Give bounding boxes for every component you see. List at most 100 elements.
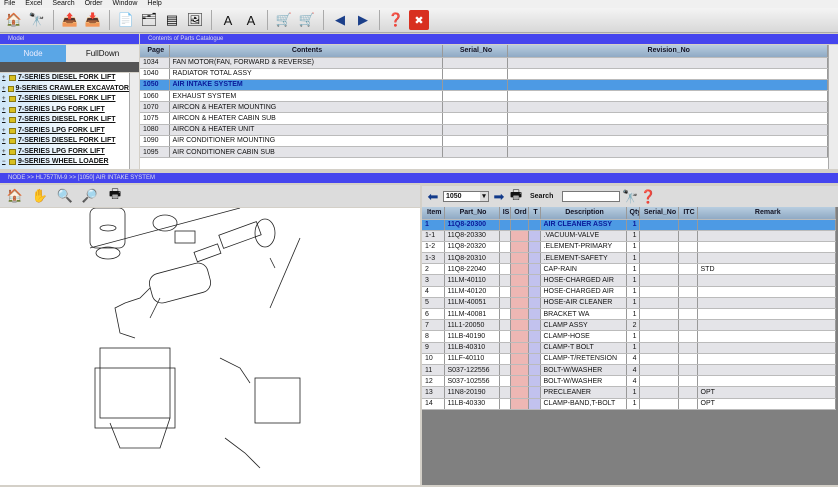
next-page-icon[interactable]: ➡ [492, 187, 506, 207]
parts-row[interactable]: 3 11LM-40110 HOSE-CHARGED AIR 1 [422, 274, 836, 287]
expand-icon[interactable]: + [2, 126, 7, 137]
print-icon[interactable]: 🖶 [509, 187, 523, 207]
ord-cell[interactable] [510, 375, 529, 388]
parts-row[interactable]: 4 11LM-40120 HOSE-CHARGED AIR 1 [422, 286, 836, 298]
expand-icon[interactable]: + [2, 147, 7, 158]
expand-icon[interactable]: + [2, 115, 7, 126]
close-icon[interactable]: ✖ [409, 10, 429, 30]
menu-search[interactable]: Search [52, 0, 74, 8]
ord-cell[interactable] [510, 230, 529, 242]
binoculars-icon[interactable]: 🔭 [622, 187, 638, 207]
ord-cell[interactable] [510, 219, 529, 231]
ord-cell[interactable] [510, 353, 529, 365]
help-icon[interactable]: ❓ [386, 10, 406, 30]
column-header-serial-no[interactable]: Serial_No [639, 207, 679, 220]
font-increase-icon[interactable]: A [218, 10, 238, 30]
menu-file[interactable]: File [4, 0, 15, 8]
menu-order[interactable]: Order [85, 0, 103, 8]
ord-cell[interactable] [510, 286, 529, 298]
expand-icon[interactable]: + [2, 94, 7, 105]
font-decrease-icon[interactable]: A [241, 10, 261, 30]
parts-row[interactable]: 1-3 11Q8-20310 .ELEMENT-SAFETY 1 [422, 252, 836, 265]
home-icon[interactable]: 🏠 [4, 10, 24, 30]
column-header-remark[interactable]: Remark [697, 207, 836, 220]
tree-item[interactable]: +7-SERIES LPG FORK LIFT [0, 147, 129, 158]
column-header-description[interactable]: Description [540, 207, 627, 220]
parts-row[interactable]: 5 11LM-40051 HOSE-AIR CLEANER 1 [422, 297, 836, 310]
ord-cell[interactable] [510, 342, 529, 354]
import-icon[interactable]: 📥 [83, 10, 103, 30]
parts-row[interactable]: 13 11N8-20190 PRECLEANER 1 OPT [422, 386, 836, 399]
ord-cell[interactable] [510, 308, 529, 321]
column-header-ord[interactable]: Ord [510, 207, 529, 220]
column-header-revision_no[interactable]: Revision_No [507, 45, 828, 58]
tree-item[interactable]: +7-SERIES LPG FORK LIFT [0, 126, 129, 137]
list-icon[interactable]: 📄 [116, 10, 136, 30]
parts-row[interactable]: 8 11LB-40190 CLAMP-HOSE 1 [422, 330, 836, 343]
menu-help[interactable]: Help [147, 0, 161, 8]
collapse-icon[interactable]: − [2, 157, 7, 168]
column-header-part-no[interactable]: Part_No [444, 207, 500, 220]
cart-remove-icon[interactable]: 🛒 [297, 10, 317, 30]
parts-row[interactable]: 12 S037-102556 BOLT-W/WASHER 4 [422, 375, 836, 388]
tree-item[interactable]: +7-SERIES DIESEL FORK LIFT [0, 73, 129, 84]
column-header-t[interactable]: T [528, 207, 541, 220]
contents-row[interactable]: 1090 AIR CONDITIONER MOUNTING [140, 135, 828, 148]
parts-row[interactable]: 9 11LB-40310 CLAMP-T BOLT 1 [422, 342, 836, 354]
tab-node[interactable]: Node [0, 45, 66, 62]
ord-cell[interactable] [510, 398, 529, 410]
prev-page-icon[interactable]: ⬅ [426, 187, 440, 207]
column-header-qty[interactable]: Qty [626, 207, 640, 220]
contents-row[interactable]: 1040 RADIATOR TOTAL ASSY [140, 68, 828, 80]
tab-fulldown[interactable]: FullDown [66, 45, 139, 62]
column-header-itc[interactable]: ITC [678, 207, 698, 220]
parts-illustration[interactable] [0, 207, 420, 485]
contents-row[interactable]: 1070 AIRCON & HEATER MOUNTING [140, 101, 828, 114]
ord-cell[interactable] [510, 263, 529, 276]
expand-icon[interactable]: + [2, 84, 6, 95]
tree-scrollbar[interactable] [129, 73, 139, 169]
parts-row[interactable]: 1-2 11Q8-20320 .ELEMENT-PRIMARY 1 [422, 241, 836, 254]
ord-cell[interactable] [510, 319, 529, 332]
print-icon[interactable]: 🖶 [105, 186, 125, 206]
ord-cell[interactable] [510, 364, 529, 377]
contents-row[interactable]: 1034 FAN MOTOR(FAN, FORWARD & REVERSE) [140, 57, 828, 69]
ord-cell[interactable] [510, 297, 529, 310]
picture-icon[interactable]: 🖼 [185, 10, 205, 30]
ord-cell[interactable] [510, 274, 529, 287]
menu-excel[interactable]: Excel [25, 0, 42, 8]
tree-item[interactable]: +9-SERIES CRAWLER EXCAVATOR [0, 84, 129, 95]
expand-icon[interactable]: + [2, 136, 7, 147]
zoom-in-icon[interactable]: 🔍 [55, 186, 75, 206]
help-icon[interactable]: ❓ [640, 187, 656, 207]
expand-icon[interactable]: + [2, 105, 7, 116]
contents-row[interactable]: 1095 AIR CONDITIONER CABIN SUB [140, 146, 828, 159]
ord-cell[interactable] [510, 386, 529, 399]
parts-row[interactable]: 1-1 11Q8-20330 .VACUUM-VALVE 1 [422, 230, 836, 242]
ord-cell[interactable] [510, 241, 529, 254]
split-view-icon[interactable]: ▤ [162, 10, 182, 30]
tree-item[interactable]: − 9-SERIES WHEEL LOADER [0, 157, 129, 168]
column-header-page[interactable]: Page [140, 45, 170, 58]
column-header-serial_no[interactable]: Serial_No [442, 45, 508, 58]
forward-arrow-icon[interactable]: ▶ [353, 10, 373, 30]
contents-row[interactable]: 1060 EXHAUST SYSTEM [140, 90, 828, 103]
contents-scrollbar[interactable] [828, 45, 838, 169]
contents-row[interactable]: 1075 AIRCON & HEATER CABIN SUB [140, 112, 828, 125]
column-header-contents[interactable]: Contents [169, 45, 443, 58]
ord-cell[interactable] [510, 330, 529, 343]
ord-cell[interactable] [510, 252, 529, 265]
parts-row[interactable]: 7 11L1-20050 CLAMP ASSY 2 [422, 319, 836, 332]
contents-row[interactable]: 1050 AIR INTAKE SYSTEM [140, 79, 828, 92]
cart-add-icon[interactable]: 🛒 [274, 10, 294, 30]
tree-item[interactable]: +7-SERIES DIESEL FORK LIFT [0, 115, 129, 126]
parts-row[interactable]: 2 11Q8-22040 CAP-RAIN 1 STD [422, 263, 836, 276]
home-icon[interactable]: 🏠 [5, 186, 25, 206]
binoculars-icon[interactable]: 🔭 [27, 10, 47, 30]
parts-row[interactable]: 10 11LF-40110 CLAMP-T/RETENSION 4 [422, 353, 836, 365]
contents-row[interactable]: 1080 AIRCON & HEATER UNIT [140, 124, 828, 136]
export-icon[interactable]: 📤 [60, 10, 80, 30]
image-list-icon[interactable]: 🗂 [139, 10, 159, 30]
expand-icon[interactable]: + [2, 73, 7, 84]
search-input[interactable] [562, 191, 621, 202]
